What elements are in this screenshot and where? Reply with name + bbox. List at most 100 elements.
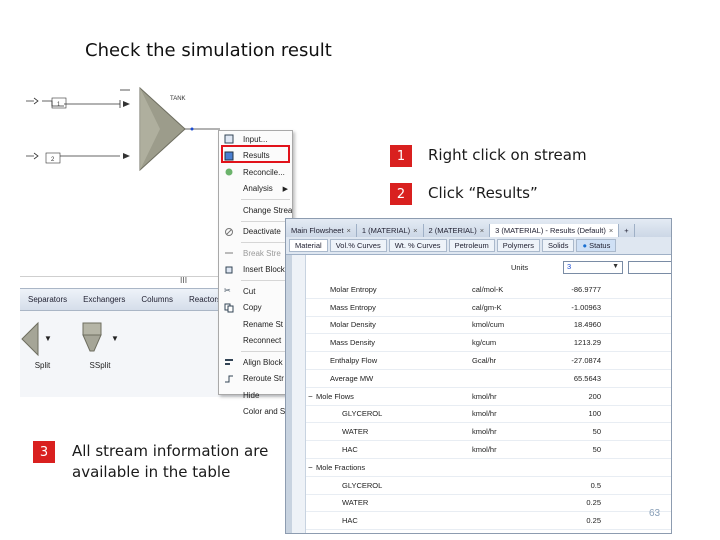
- ssplit-icon: ▼: [82, 322, 119, 352]
- close-icon[interactable]: ×: [609, 226, 613, 235]
- palette-tab-exchangers[interactable]: Exchangers: [75, 295, 133, 304]
- collapse-icon[interactable]: −: [308, 392, 313, 401]
- step-2-badge: 2: [390, 183, 412, 205]
- palette-tab-columns[interactable]: Columns: [133, 295, 181, 304]
- menu-item-analysis[interactable]: Analysis ▶: [219, 181, 292, 198]
- row-label: Molar Density: [330, 320, 376, 330]
- context-menu: Input... Results Reconcile... Analysis ▶…: [218, 130, 293, 416]
- menu-item-color-and-style[interactable]: Color and S: [219, 404, 292, 421]
- table-row[interactable]: HAC 0.25: [306, 512, 671, 531]
- menu-item-label: Deactivate: [243, 227, 281, 237]
- doc-tab-stream-2[interactable]: 2 (MATERIAL) ×: [424, 224, 491, 237]
- doc-tab-stream-3-results[interactable]: 3 (MATERIAL) - Results (Default) ×: [490, 224, 620, 237]
- palette-tab-separators[interactable]: Separators: [20, 295, 75, 304]
- units-select[interactable]: 3 ▼: [563, 261, 623, 274]
- tab-status[interactable]: ● Status: [576, 239, 617, 252]
- tab-polymers[interactable]: Polymers: [496, 239, 541, 252]
- svg-text:▼: ▼: [44, 334, 52, 343]
- secondary-units-select[interactable]: ▼: [628, 261, 671, 274]
- table-row[interactable]: GLYCEROL 0.5: [306, 477, 671, 495]
- close-icon[interactable]: ×: [347, 226, 351, 235]
- table-row[interactable]: Enthalpy Flow Gcal/hr -27.0874: [306, 352, 671, 370]
- svg-text:▼: ▼: [111, 334, 119, 343]
- menu-item-reroute-stream[interactable]: Reroute Str: [219, 371, 292, 388]
- step-3-text: All stream information are available in …: [72, 442, 269, 481]
- menu-item-align-block[interactable]: Align Block: [219, 354, 292, 371]
- step-1-text: Right click on stream: [428, 146, 587, 164]
- table-row[interactable]: − Mole Flows kmol/hr 200: [306, 388, 671, 406]
- doc-tab-label: 1 (MATERIAL): [361, 226, 411, 235]
- menu-item-label: Analysis: [243, 184, 273, 194]
- row-units: kmol/hr: [472, 427, 497, 437]
- scroll-handle[interactable]: III: [180, 276, 187, 285]
- menu-item-label: Input...: [243, 134, 268, 144]
- results-window: Main Flowsheet × 1 (MATERIAL) × 2 (MATERIA…: [285, 218, 672, 534]
- row-label: Average MW: [330, 373, 374, 383]
- table-row[interactable]: Mass Density kg/cum 1213.29: [306, 334, 671, 353]
- row-value: -86.9777: [571, 284, 601, 294]
- table-row[interactable]: − Mole Fractions: [306, 459, 671, 477]
- row-label: Molar Entropy: [330, 284, 377, 294]
- menu-item-label: Align Block: [243, 357, 283, 367]
- row-label: GLYCEROL: [342, 480, 383, 490]
- row-label: WATER: [342, 427, 369, 437]
- table-row[interactable]: GLYCEROL kmol/hr 100: [306, 406, 671, 424]
- doc-tab-label: 2 (MATERIAL): [428, 226, 477, 235]
- table-row[interactable]: WATER 0.25: [306, 495, 671, 513]
- tab-vol-curves[interactable]: Vol.% Curves: [329, 239, 387, 252]
- menu-item-label: Color and S: [243, 407, 286, 417]
- table-row[interactable]: HAC kmol/hr 50: [306, 441, 671, 459]
- palette-item-split[interactable]: ▼ Split: [20, 319, 65, 370]
- table-row[interactable]: Average MW 65.5643: [306, 370, 671, 388]
- row-units: Gcal/hr: [472, 356, 497, 366]
- grid-row-headers: [292, 255, 306, 533]
- tab-material[interactable]: Material: [289, 239, 328, 252]
- step-1-badge: 1: [390, 145, 412, 167]
- menu-item-label: Hide: [243, 390, 260, 400]
- row-label: GLYCEROL: [342, 409, 383, 419]
- table-row[interactable]: WATER kmol/hr 50: [306, 423, 671, 442]
- doc-tab-stream-1[interactable]: 1 (MATERIAL) ×: [357, 224, 424, 237]
- palette-item-ssplit[interactable]: ▼ SSplit: [75, 319, 125, 370]
- row-value: 100: [588, 409, 601, 419]
- split-icon: ▼: [21, 321, 52, 357]
- row-value: 65.5643: [573, 373, 601, 383]
- tab-solids[interactable]: Solids: [542, 239, 575, 252]
- menu-item-rename-stream[interactable]: Rename St: [219, 316, 292, 333]
- row-units: cal/gm-K: [472, 302, 502, 312]
- tab-petroleum[interactable]: Petroleum: [448, 239, 495, 252]
- row-units: kmol/cum: [472, 320, 505, 330]
- menu-item-break-stream: Break Stre: [219, 245, 292, 262]
- row-units: kmol/hr: [472, 391, 497, 401]
- tab-wt-curves[interactable]: Wt. % Curves: [388, 239, 447, 252]
- feed-arrow-2: [26, 152, 39, 160]
- table-row[interactable]: Molar Entropy cal/mol-K -86.9777: [306, 281, 671, 299]
- close-icon[interactable]: ×: [480, 226, 484, 235]
- units-row: Units 3 ▼ ▼: [306, 261, 671, 277]
- input-icon: [224, 134, 234, 144]
- close-icon[interactable]: ×: [413, 226, 417, 235]
- menu-item-reconnect[interactable]: Reconnect: [219, 333, 292, 350]
- menu-item-label: Cut: [243, 286, 256, 296]
- menu-item-hide[interactable]: Hide: [219, 387, 292, 404]
- stream-1-label: 1: [57, 102, 61, 108]
- menu-item-change-stream-class[interactable]: Change Stream Class: [219, 202, 292, 219]
- tab-status-label: Status: [589, 241, 611, 250]
- table-row[interactable]: +Mass Flowskg/hr13112.9: [306, 530, 671, 533]
- status-icon: ●: [582, 241, 587, 250]
- row-value: 50: [592, 445, 601, 455]
- row-units: kmol/hr: [472, 409, 497, 419]
- menu-item-copy[interactable]: Copy: [219, 300, 292, 317]
- menu-item-reconcile[interactable]: Reconcile...: [219, 164, 292, 181]
- collapse-icon[interactable]: −: [308, 463, 313, 472]
- table-row[interactable]: Molar Density kmol/cum 18.4960: [306, 317, 671, 335]
- menu-item-deactivate[interactable]: Deactivate: [219, 224, 292, 241]
- submenu-arrow-icon: ▶: [282, 185, 288, 193]
- units-label: Units: [511, 263, 529, 272]
- new-tab-button[interactable]: +: [619, 224, 635, 237]
- table-row[interactable]: Mass Entropy cal/gm-K -1.00963: [306, 299, 671, 317]
- menu-item-cut[interactable]: ✂ Cut: [219, 283, 292, 300]
- doc-tab-main-flowsheet[interactable]: Main Flowsheet ×: [286, 224, 357, 237]
- menu-item-insert-block[interactable]: Insert Block: [219, 262, 292, 279]
- insert-block-icon: [224, 265, 234, 275]
